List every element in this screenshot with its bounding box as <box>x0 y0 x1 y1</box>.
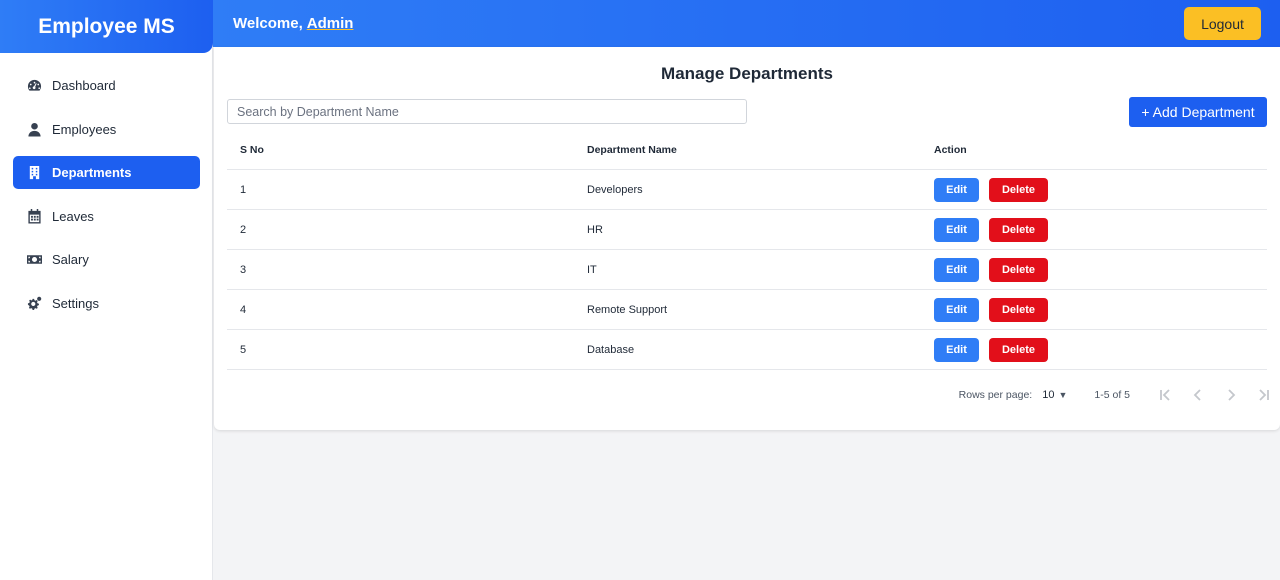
cell-sno: 5 <box>240 343 247 356</box>
logout-button[interactable]: Logout <box>1184 7 1261 40</box>
table-row: 5 Database Edit Delete <box>227 330 1267 370</box>
table-row: 2 HR Edit Delete <box>227 210 1267 250</box>
pagination: Rows per page: 10 ▼ 1-5 of 5 <box>959 385 1280 405</box>
cell-sno: 2 <box>240 223 247 236</box>
departments-panel: Manage Departments + Add Department S No… <box>214 47 1280 430</box>
cell-actions: Edit Delete <box>921 257 1267 282</box>
sidebar-item-dashboard[interactable]: Dashboard <box>13 69 200 102</box>
edit-button[interactable]: Edit <box>934 217 979 242</box>
sidebar-item-salary[interactable]: Salary <box>13 243 200 276</box>
cell-actions: Edit Delete <box>921 217 1267 242</box>
sidebar-item-leaves[interactable]: Leaves <box>13 200 200 233</box>
table-row: 3 IT Edit Delete <box>227 250 1267 290</box>
gears-icon <box>26 295 42 311</box>
cell-sno: 4 <box>240 303 247 316</box>
edit-button[interactable]: Edit <box>934 257 979 282</box>
previous-page-icon[interactable] <box>1181 385 1214 405</box>
sidebar-item-settings[interactable]: Settings <box>13 287 200 320</box>
cell-department-name: IT <box>587 263 597 276</box>
add-department-button[interactable]: + Add Department <box>1129 97 1267 127</box>
cell-sno: 3 <box>240 263 247 276</box>
cell-actions: Edit Delete <box>921 297 1267 322</box>
cell-sno: 1 <box>240 183 247 196</box>
sidebar-item-label: Departments <box>52 165 132 180</box>
sidebar-item-label: Dashboard <box>52 78 116 93</box>
delete-button[interactable]: Delete <box>989 337 1048 362</box>
cell-department-name: HR <box>587 223 603 236</box>
rows-per-page-select[interactable]: 10 <box>1042 389 1054 401</box>
sidebar-item-label: Employees <box>52 121 117 137</box>
edit-button[interactable]: Edit <box>934 177 979 202</box>
sidebar: Employee MS Dashboard Employees Departme… <box>0 0 213 580</box>
page-range: 1-5 of 5 <box>1094 389 1130 401</box>
welcome-text: Welcome, Admin <box>233 15 353 32</box>
cell-actions: Edit Delete <box>921 177 1267 202</box>
sidebar-item-label: Salary <box>52 252 89 267</box>
gauge-icon <box>26 78 42 94</box>
top-header: Welcome, Admin Logout <box>213 0 1280 47</box>
table-header: S No Department Name Action <box>227 130 1267 170</box>
column-header-name: Department Name <box>587 143 677 156</box>
page-title: Manage Departments <box>661 64 833 83</box>
cell-department-name: Developers <box>587 183 643 196</box>
cell-department-name: Database <box>587 343 635 356</box>
delete-button[interactable]: Delete <box>989 217 1048 242</box>
user-name-link[interactable]: Admin <box>307 15 354 32</box>
last-page-icon[interactable] <box>1247 385 1280 405</box>
building-icon <box>26 165 42 181</box>
sidebar-item-label: Leaves <box>52 208 94 224</box>
sidebar-item-employees[interactable]: Employees <box>13 113 200 146</box>
rows-per-page-label: Rows per page: <box>958 389 1033 401</box>
departments-table: S No Department Name Action 1 Developers… <box>227 130 1267 370</box>
cell-actions: Edit Delete <box>921 337 1267 362</box>
search-input[interactable] <box>227 99 747 124</box>
money-icon <box>26 252 42 268</box>
delete-button[interactable]: Delete <box>989 297 1048 322</box>
app-title: Employee MS <box>0 0 213 53</box>
chevron-down-icon[interactable]: ▼ <box>1058 390 1067 400</box>
cell-department-name: Remote Support <box>587 303 668 316</box>
column-header-sno: S No <box>240 143 264 156</box>
table-row: 4 Remote Support Edit Delete <box>227 290 1267 330</box>
calendar-icon <box>26 208 42 224</box>
delete-button[interactable]: Delete <box>989 257 1048 282</box>
sidebar-nav: Dashboard Employees Departments Leaves S… <box>13 69 200 330</box>
table-row: 1 Developers Edit Delete <box>227 170 1267 210</box>
edit-button[interactable]: Edit <box>934 337 979 362</box>
next-page-icon[interactable] <box>1214 385 1247 405</box>
column-header-action: Action <box>934 143 967 156</box>
welcome-label: Welcome, <box>233 15 303 32</box>
sidebar-item-label: Settings <box>52 295 99 311</box>
sidebar-item-departments[interactable]: Departments <box>13 156 200 189</box>
edit-button[interactable]: Edit <box>934 297 979 322</box>
user-icon <box>26 121 42 137</box>
delete-button[interactable]: Delete <box>989 177 1048 202</box>
first-page-icon[interactable] <box>1148 385 1181 405</box>
